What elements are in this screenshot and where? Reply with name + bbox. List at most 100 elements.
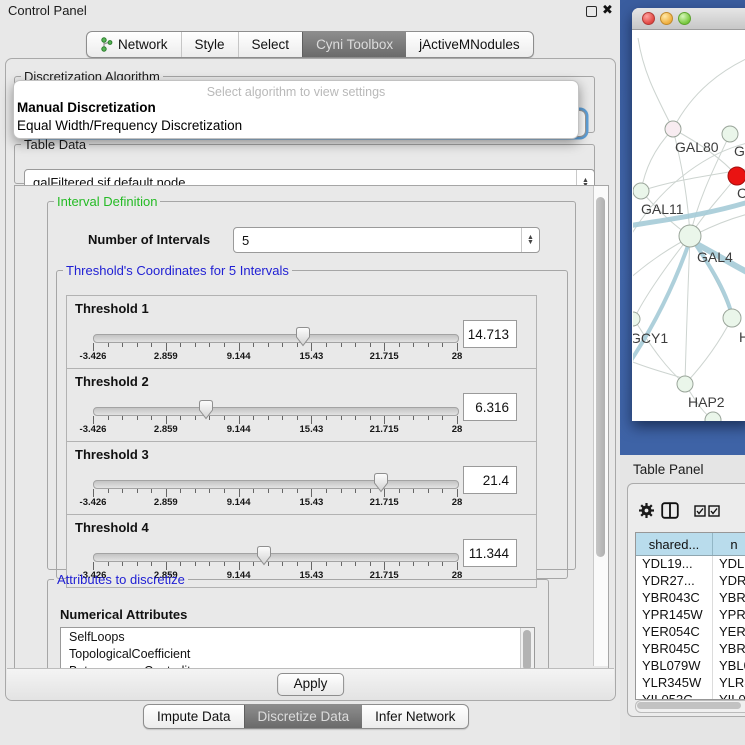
threshold-value-field[interactable]: 14.713 [463,320,517,348]
select-columns-icon[interactable] [694,505,720,517]
combo-stepper-icon[interactable]: ▲▼ [521,228,539,252]
list-scrollbar-thumb[interactable] [523,630,531,669]
threshold-slider-track[interactable] [93,553,459,562]
tab-network[interactable]: Network [87,32,181,57]
network-node-ga[interactable] [722,126,738,142]
network-node-gal4[interactable] [679,225,701,247]
slider-tick-label: 2.859 [154,351,178,362]
number-of-intervals-value: 5 [242,233,249,248]
network-window-titlebar[interactable] [632,8,745,30]
numerical-attributes-label: Numerical Attributes [60,607,187,622]
threshold-value-field[interactable]: 6.316 [463,393,517,421]
vertical-scrollbar-thumb[interactable] [596,197,605,557]
column-header-shared-name[interactable]: shared... [636,533,713,555]
slider-tick [180,416,181,420]
table-row[interactable]: YLR345WYLR3 [636,675,745,692]
number-of-intervals-combobox[interactable]: 5 ▲▼ [233,227,540,253]
tab-discretize-data[interactable]: Discretize Data [244,705,363,728]
vertical-scrollbar[interactable] [593,186,608,666]
cell-shared-name[interactable]: YBL079W [636,658,713,675]
cell-name[interactable]: YDR2 [713,573,745,590]
network-icon [100,37,113,52]
cell-name[interactable]: YIL0 [713,692,745,700]
slider-tick [166,416,167,424]
apply-strip: Apply [7,668,614,700]
threshold-slider-track[interactable] [93,334,459,343]
threshold-slider-track[interactable] [93,480,459,489]
cell-name[interactable]: YDL1 [713,556,745,573]
network-node-h[interactable] [723,309,741,327]
horizontal-scrollbar[interactable] [635,700,745,713]
slider-tick [253,489,254,493]
slider-tick [341,562,342,566]
cell-shared-name[interactable]: YLR345W [636,675,713,692]
slider-thumb[interactable] [295,326,311,347]
slider-tick [209,343,210,347]
attribute-list-item[interactable]: SelfLoops [61,628,534,645]
list-scrollbar[interactable] [520,628,534,669]
cell-name[interactable]: YLR3 [713,675,745,692]
slider-tick-label: 21.715 [370,424,399,435]
cell-shared-name[interactable]: YBR043C [636,590,713,607]
cell-shared-name[interactable]: YPR145W [636,607,713,624]
slider-thumb[interactable] [198,399,214,420]
slider-tick [413,489,414,493]
network-node[interactable] [728,167,745,185]
numerical-attributes-list[interactable]: SelfLoopsTopologicalCoefficientBetweenne… [60,627,535,669]
network-node-gcy1[interactable] [633,312,640,326]
close-traffic-light-icon[interactable] [642,12,655,25]
cell-shared-name[interactable]: YDL19... [636,556,713,573]
minimize-traffic-light-icon[interactable] [660,12,673,25]
horizontal-scrollbar-thumb[interactable] [637,702,741,709]
tab-jactivemnodules[interactable]: jActiveMNodules [406,32,533,57]
threshold-slider-track[interactable] [93,407,459,416]
tab-impute-data[interactable]: Impute Data [144,705,244,728]
cell-name[interactable]: YBR0 [713,641,745,658]
cell-shared-name[interactable]: YIL053C [636,692,713,700]
cell-shared-name[interactable]: YBR045C [636,641,713,658]
cell-name[interactable]: YBL0 [713,658,745,675]
apply-button[interactable]: Apply [277,673,345,696]
slider-tick-label: 21.715 [370,351,399,362]
split-columns-icon[interactable] [661,502,679,519]
slider-tick [428,343,429,347]
table-row[interactable]: YER054CYER0 [636,624,745,641]
zoom-traffic-light-icon[interactable] [678,12,691,25]
tab-infer-network[interactable]: Infer Network [362,705,468,728]
network-node-gal80[interactable] [665,121,681,137]
node-table[interactable]: shared... n YDL19...YDL1YDR27...YDR2YBR0… [635,532,745,700]
cell-name[interactable]: YER0 [713,624,745,641]
table-row[interactable]: YPR145WYPR1 [636,607,745,624]
threshold-value-field[interactable]: 21.4 [463,466,517,494]
tab-select[interactable]: Select [238,32,303,57]
network-node-gal11[interactable] [633,183,649,199]
threshold-value-field[interactable]: 11.344 [463,539,517,567]
slider-tick-labels: -3.4262.8599.14415.4321.71528 [93,424,457,436]
slider-tick [311,343,312,351]
dropdown-option-manual[interactable]: Manual Discretization [16,100,577,115]
close-icon[interactable]: ✖ [602,2,613,18]
bottom-tab-bar: Impute Data Discretize Data Infer Networ… [143,704,469,729]
dropdown-option-equal-width[interactable]: Equal Width/Frequency Discretization [16,118,577,133]
float-window-icon[interactable] [586,6,597,17]
tab-cyni-toolbox[interactable]: Cyni Toolbox [302,32,406,57]
gear-icon[interactable] [638,502,655,519]
cell-name[interactable]: YPR1 [713,607,745,624]
table-row[interactable]: YBL079WYBL0 [636,658,745,675]
attribute-list-item[interactable]: TopologicalCoefficient [61,645,534,662]
table-row[interactable]: YBR045CYBR0 [636,641,745,658]
column-header-name[interactable]: n [713,533,745,555]
network-node-hap2[interactable] [677,376,693,392]
cell-shared-name[interactable]: YER054C [636,624,713,641]
table-row[interactable]: YBR043CYBR0 [636,590,745,607]
slider-thumb[interactable] [256,545,272,566]
slider-thumb[interactable] [373,472,389,493]
cell-name[interactable]: YBR0 [713,590,745,607]
table-row[interactable]: YDL19...YDL1 [636,556,745,573]
tab-style[interactable]: Style [181,32,238,57]
network-node[interactable] [705,412,721,421]
network-canvas[interactable]: GAL80GACGAL11GAL4GCY1HHAP2 [633,30,745,421]
table-row[interactable]: YDR27...YDR2 [636,573,745,590]
table-row[interactable]: YIL053CYIL0 [636,692,745,700]
cell-shared-name[interactable]: YDR27... [636,573,713,590]
